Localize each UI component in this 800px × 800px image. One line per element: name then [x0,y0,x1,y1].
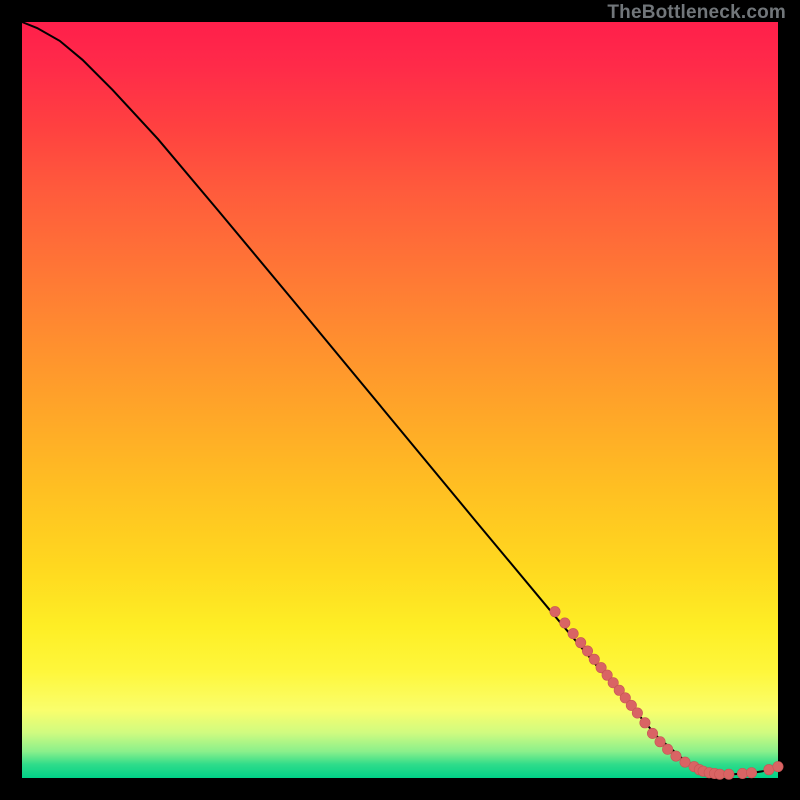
data-marker [671,751,681,761]
data-marker [662,744,672,754]
curve-path [22,22,778,774]
data-marker [568,628,578,638]
data-marker [655,737,665,747]
chart-svg [22,22,778,778]
data-marker [680,757,690,767]
data-marker [589,654,599,664]
data-marker [560,618,570,628]
curve-line [22,22,778,774]
chart-frame: TheBottleneck.com [0,0,800,800]
data-marker [746,768,756,778]
data-marker [647,728,657,738]
data-marker [724,769,734,779]
data-marker [550,606,560,616]
data-marker [632,708,642,718]
data-marker [582,646,592,656]
data-marker [640,718,650,728]
watermark-text: TheBottleneck.com [607,2,786,24]
data-marker [773,761,783,771]
data-markers [550,606,783,779]
data-marker [575,637,585,647]
